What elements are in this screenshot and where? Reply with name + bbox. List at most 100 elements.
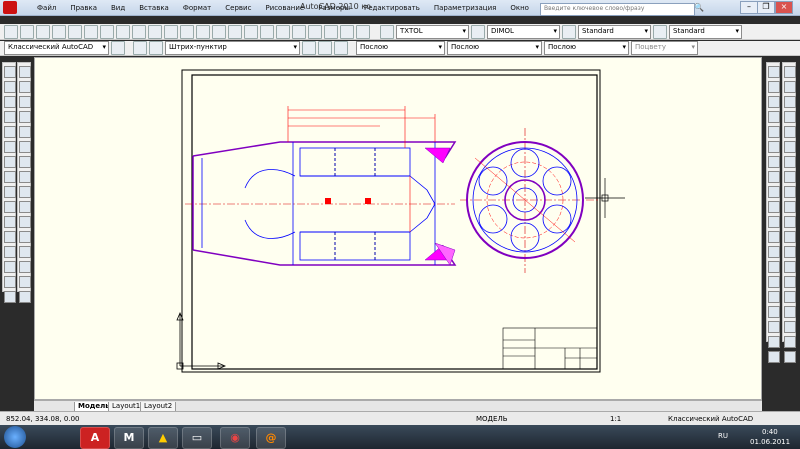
sheet-set-icon[interactable]: [308, 24, 322, 39]
color-select[interactable]: Послою: [356, 41, 445, 55]
linetype-select[interactable]: Послою: [447, 41, 542, 55]
leftbar2-tool-icon[interactable]: [19, 261, 31, 273]
maxthon-taskbar-icon[interactable]: M: [114, 427, 144, 449]
rightbar1-tool-icon[interactable]: [768, 111, 780, 123]
app-taskbar-icon[interactable]: ▲: [148, 427, 178, 449]
undo-icon[interactable]: [164, 24, 178, 39]
leftbar1-tool-icon[interactable]: [4, 216, 16, 228]
leftbar2-tool-icon[interactable]: [19, 246, 31, 258]
rightbar2-tool-icon[interactable]: [784, 276, 796, 288]
rightbar2-tool-icon[interactable]: [784, 126, 796, 138]
help-icon[interactable]: [356, 24, 370, 39]
search-input[interactable]: Введите ключевое слово/фразу: [540, 3, 695, 16]
text-style-icon[interactable]: [380, 24, 394, 39]
menu-item-2[interactable]: Вид: [104, 4, 132, 12]
leftbar2-tool-icon[interactable]: [19, 276, 31, 288]
menu-item-1[interactable]: Правка: [63, 4, 104, 12]
leftbar1-tool-icon[interactable]: [4, 141, 16, 153]
menu-item-10[interactable]: Окно: [503, 4, 536, 12]
paste-icon[interactable]: [132, 24, 146, 39]
autocad-taskbar-icon[interactable]: A: [80, 427, 110, 449]
chrome-taskbar-icon[interactable]: ◉: [220, 427, 250, 449]
leftbar1-tool-icon[interactable]: [4, 126, 16, 138]
model-space-label[interactable]: МОДЕЛЬ: [476, 415, 508, 423]
publish-icon[interactable]: [84, 24, 98, 39]
zoom-previous-icon[interactable]: [244, 24, 258, 39]
rightbar1-tool-icon[interactable]: [768, 126, 780, 138]
leftbar1-tool-icon[interactable]: [4, 276, 16, 288]
rightbar1-tool-icon[interactable]: [768, 171, 780, 183]
leftbar1-tool-icon[interactable]: [4, 111, 16, 123]
rightbar1-tool-icon[interactable]: [768, 96, 780, 108]
minimize-button[interactable]: –: [740, 1, 758, 14]
leftbar1-tool-icon[interactable]: [4, 291, 16, 303]
leftbar2-tool-icon[interactable]: [19, 156, 31, 168]
menu-item-3[interactable]: Вставка: [132, 4, 176, 12]
rightbar2-tool-icon[interactable]: [784, 231, 796, 243]
leftbar1-tool-icon[interactable]: [4, 81, 16, 93]
lineweight-select[interactable]: Послою: [544, 41, 629, 55]
rightbar2-tool-icon[interactable]: [784, 111, 796, 123]
layer-isolate-icon[interactable]: [334, 41, 348, 55]
leftbar2-tool-icon[interactable]: [19, 216, 31, 228]
leftbar1-tool-icon[interactable]: [4, 246, 16, 258]
rightbar1-tool-icon[interactable]: [768, 156, 780, 168]
rightbar2-tool-icon[interactable]: [784, 66, 796, 78]
zoom-icon[interactable]: [212, 24, 226, 39]
drawing-canvas[interactable]: [34, 57, 762, 400]
restore-button[interactable]: ❐: [757, 1, 775, 14]
leftbar1-tool-icon[interactable]: [4, 261, 16, 273]
calculator-icon[interactable]: [340, 24, 354, 39]
rightbar2-tool-icon[interactable]: [784, 336, 796, 348]
markup-icon[interactable]: [324, 24, 338, 39]
dim-style-icon[interactable]: [471, 24, 485, 39]
save-icon[interactable]: [36, 24, 50, 39]
preview-icon[interactable]: [68, 24, 82, 39]
leftbar2-tool-icon[interactable]: [19, 201, 31, 213]
plotstyle-select[interactable]: Поцвету: [631, 41, 698, 55]
mail-taskbar-icon[interactable]: @: [256, 427, 286, 449]
table-style-select[interactable]: Standard: [578, 24, 651, 39]
rightbar2-tool-icon[interactable]: [784, 216, 796, 228]
layer-previous-icon[interactable]: [318, 41, 332, 55]
rightbar1-tool-icon[interactable]: [768, 336, 780, 348]
text-style-select[interactable]: TXTOL: [396, 24, 469, 39]
rightbar1-tool-icon[interactable]: [768, 276, 780, 288]
start-button-icon[interactable]: [4, 426, 26, 448]
search-icon[interactable]: 🔍: [694, 3, 704, 12]
layer-state-icon[interactable]: [149, 41, 163, 55]
workspace-switch[interactable]: Классический AutoCAD: [668, 415, 753, 423]
rightbar1-tool-icon[interactable]: [768, 246, 780, 258]
leftbar2-tool-icon[interactable]: [19, 81, 31, 93]
rightbar1-tool-icon[interactable]: [768, 186, 780, 198]
rightbar1-tool-icon[interactable]: [768, 216, 780, 228]
leftbar1-tool-icon[interactable]: [4, 156, 16, 168]
leftbar1-tool-icon[interactable]: [4, 171, 16, 183]
dim-style-select[interactable]: DIMOL: [487, 24, 560, 39]
close-button[interactable]: ×: [775, 1, 793, 14]
workspace-settings-icon[interactable]: [111, 41, 125, 55]
app-menu-button[interactable]: [3, 1, 17, 14]
rightbar2-tool-icon[interactable]: [784, 81, 796, 93]
screen-taskbar-icon[interactable]: ▭: [182, 427, 212, 449]
rightbar2-tool-icon[interactable]: [784, 351, 796, 363]
rightbar2-tool-icon[interactable]: [784, 291, 796, 303]
leftbar2-tool-icon[interactable]: [19, 186, 31, 198]
rightbar1-tool-icon[interactable]: [768, 351, 780, 363]
rightbar1-tool-icon[interactable]: [768, 261, 780, 273]
make-current-icon[interactable]: [302, 41, 316, 55]
rightbar1-tool-icon[interactable]: [768, 141, 780, 153]
annotation-scale[interactable]: 1:1: [610, 415, 621, 423]
new-icon[interactable]: [4, 24, 18, 39]
leftbar1-tool-icon[interactable]: [4, 231, 16, 243]
rightbar1-tool-icon[interactable]: [768, 81, 780, 93]
rightbar2-tool-icon[interactable]: [784, 306, 796, 318]
copy-icon[interactable]: [116, 24, 130, 39]
menu-item-4[interactable]: Формат: [176, 4, 218, 12]
layer-select[interactable]: Штрих-пунктир: [165, 41, 300, 55]
open-icon[interactable]: [20, 24, 34, 39]
workspace-select[interactable]: Классический AutoCAD: [4, 41, 109, 55]
properties-icon[interactable]: [260, 24, 274, 39]
mleader-style-icon[interactable]: [653, 24, 667, 39]
language-indicator[interactable]: RU: [718, 432, 728, 440]
